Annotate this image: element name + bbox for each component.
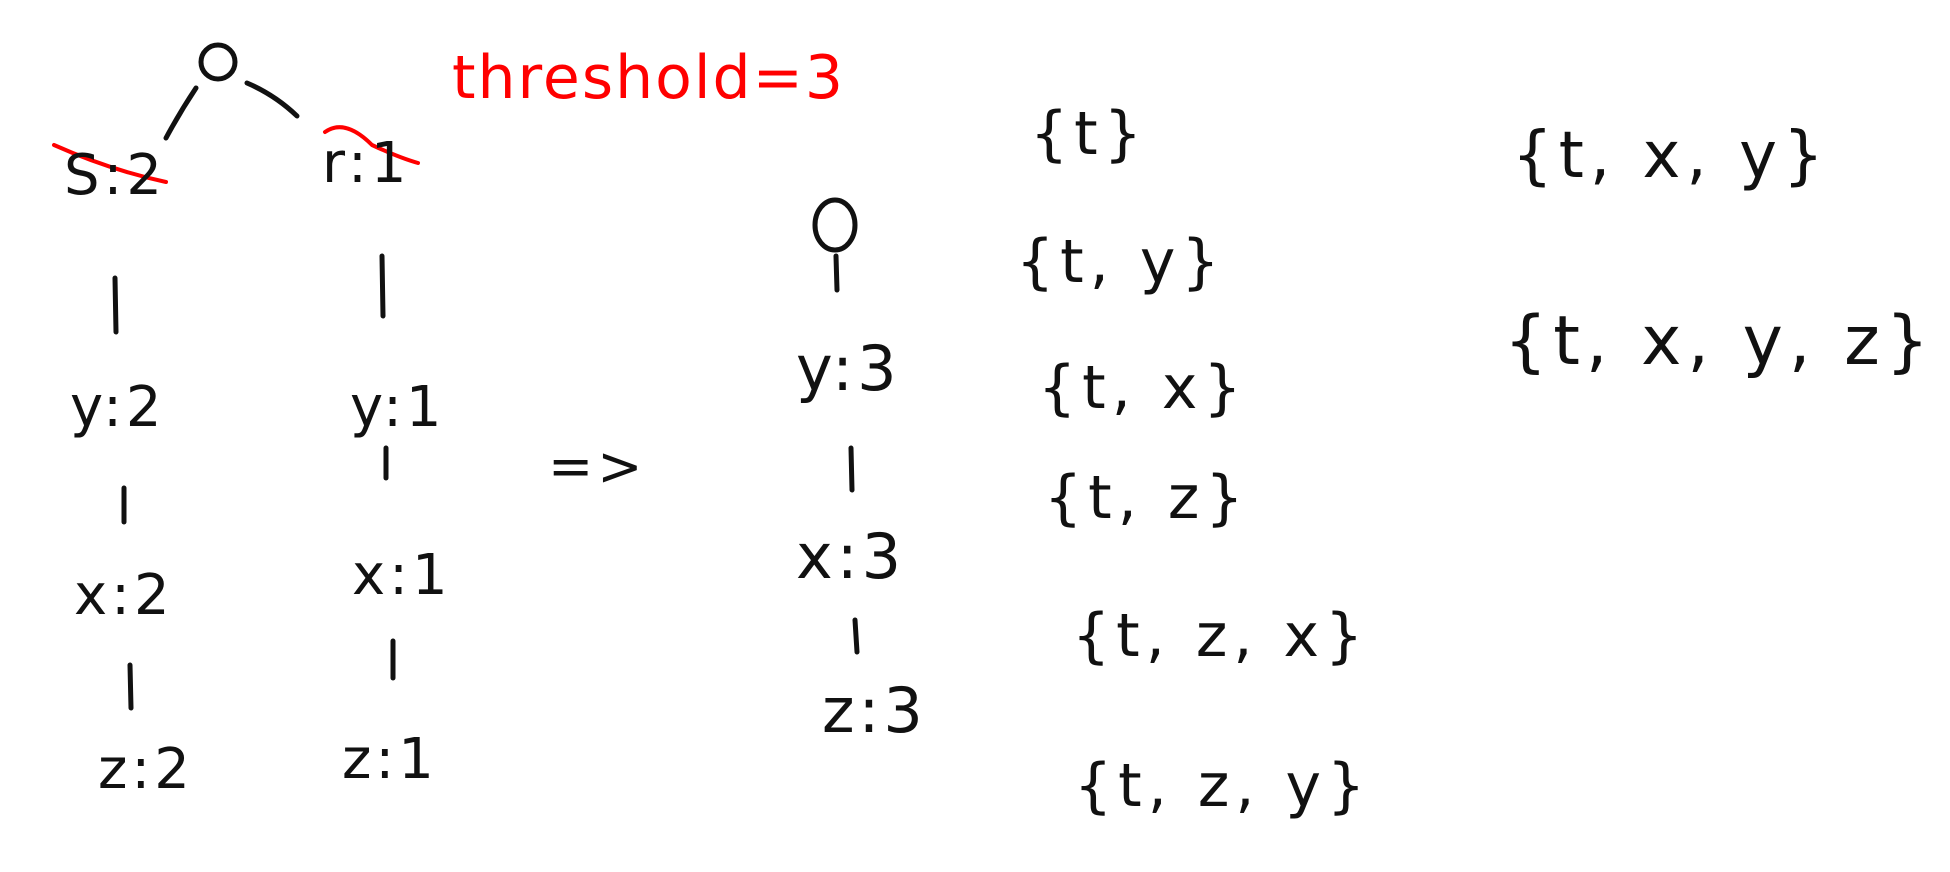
merged-node-x: x:3 — [796, 520, 906, 593]
itemset-t-x-y-z: {t, x, y, z} — [1504, 302, 1936, 381]
whiteboard-canvas: threshold=3 S:2 y:2 x:2 z:2 r:1 y:1 x:1 … — [0, 0, 1950, 872]
itemset-t-z-x: {t, z, x} — [1072, 601, 1370, 671]
itemset-t-z: {t, z} — [1044, 463, 1250, 533]
node-s: S:2 — [64, 143, 167, 208]
threshold-label: threshold=3 — [452, 43, 846, 113]
right-edge-root-y — [833, 253, 840, 293]
left-edge-root-s — [163, 85, 199, 141]
left-root-node — [198, 42, 238, 82]
implies-arrow: => — [548, 435, 647, 498]
node-x-right: x:1 — [352, 543, 452, 608]
itemset-t: {t} — [1030, 99, 1148, 169]
node-y-left: y:2 — [70, 375, 166, 440]
itemset-t-y: {t, y} — [1016, 227, 1226, 297]
node-r: r:1 — [322, 131, 411, 196]
left-edge-x-z — [127, 662, 134, 711]
node-z-left: z:2 — [98, 737, 194, 802]
right-edge-y-x — [848, 445, 855, 493]
node-z-right: z:1 — [342, 727, 438, 792]
left-edge-r-y — [379, 253, 386, 319]
right-edge-x-z — [852, 617, 860, 655]
node-x-left: x:2 — [74, 563, 174, 628]
left-edge-root-r — [244, 80, 300, 119]
itemset-t-x: {t, x} — [1038, 353, 1248, 423]
itemset-t-x-y: {t, x, y} — [1512, 119, 1830, 193]
right-root-node — [812, 197, 858, 253]
merged-node-z: z:3 — [822, 674, 927, 747]
node-y-right: y:1 — [350, 375, 446, 440]
merged-node-y: y:3 — [796, 332, 901, 405]
left-edge-s-y — [112, 275, 119, 335]
itemset-t-z-y: {t, z, y} — [1074, 751, 1372, 821]
